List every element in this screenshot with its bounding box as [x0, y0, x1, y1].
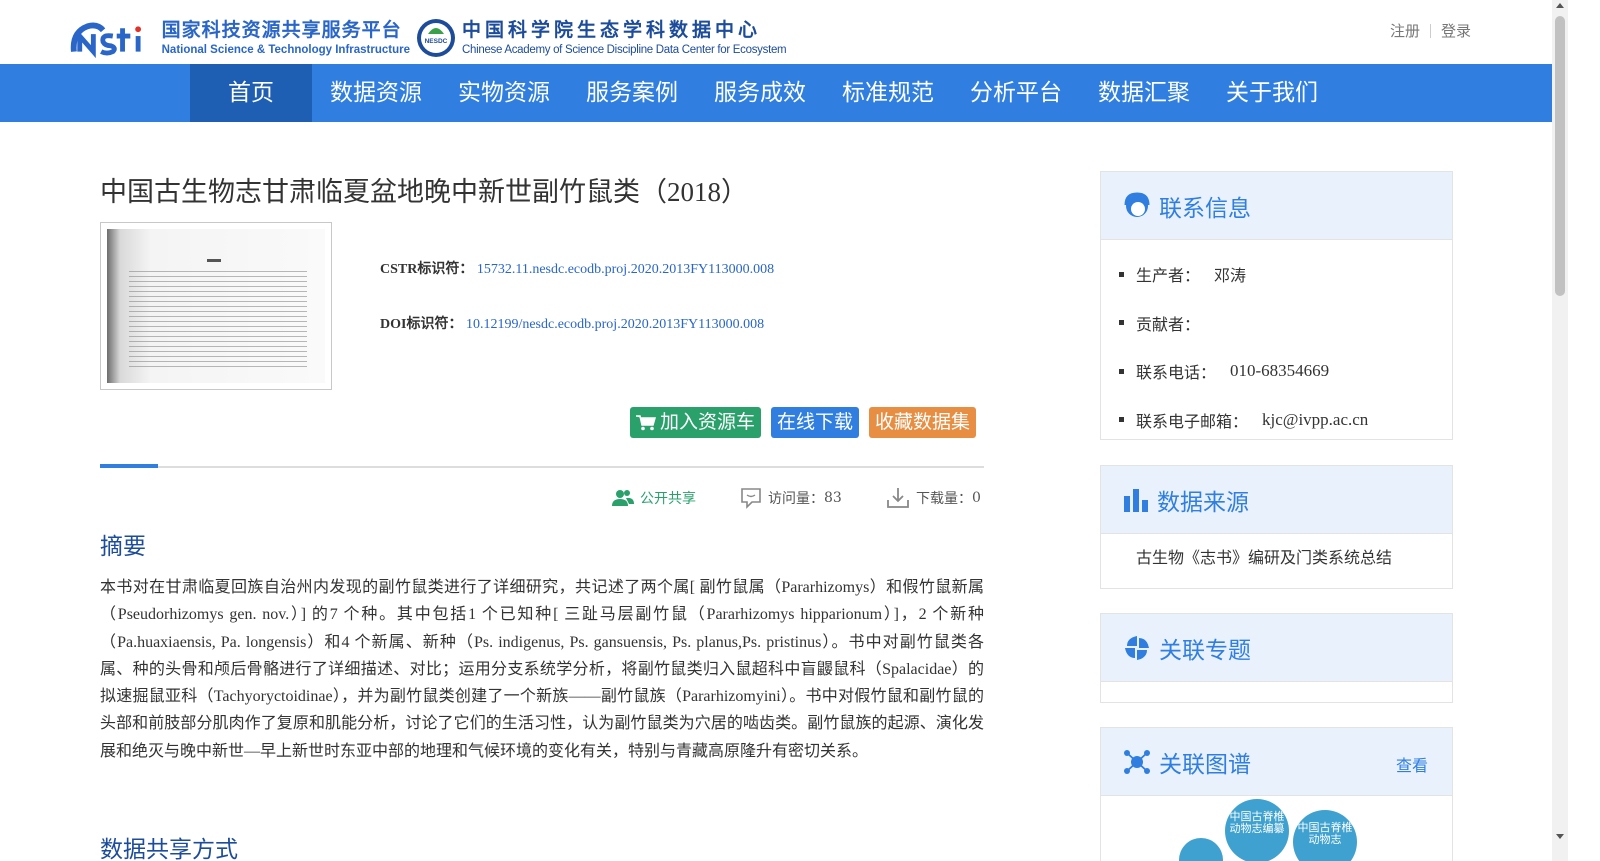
nav-item-service-results[interactable]: 服务成效: [696, 64, 824, 122]
user-service-icon: [1124, 191, 1150, 217]
nav-item-physical-resources[interactable]: 实物资源: [440, 64, 568, 122]
bar-chart-icon: [1124, 488, 1148, 512]
active-tab-indicator: [100, 464, 158, 468]
related-graph-panel-header: 关联图谱 查看: [1101, 728, 1452, 796]
contact-contributor: 贡献者：: [1119, 299, 1452, 348]
contact-producer: 生产者： 邓涛: [1119, 250, 1452, 299]
nsti-logo[interactable]: 国家科技资源共享服务平台 National Science & Technolo…: [70, 16, 410, 60]
graph-node-partial[interactable]: [1179, 838, 1223, 861]
related-graph-panel: 关联图谱 查看 中国古脊椎动物志编纂 中国古脊椎动物志: [1100, 727, 1453, 861]
visit-count: 访问量： 83: [740, 485, 842, 511]
related-topic-panel-title: 关联专题: [1159, 637, 1251, 664]
cstr-identifier: CSTR标识符： 15732.11.nesdc.ecodb.proj.2020.…: [380, 258, 774, 278]
contributor-label: 贡献者：: [1136, 314, 1201, 334]
scroll-up-arrow-icon[interactable]: [1556, 3, 1564, 8]
cart-icon: [636, 414, 656, 430]
producer-value: 邓涛: [1214, 266, 1247, 286]
scroll-down-arrow-icon[interactable]: [1556, 834, 1564, 839]
nesdc-emblem-icon: NESDC: [417, 19, 455, 57]
contact-email: 联系电子邮箱： kjc@ivpp.ac.cn: [1119, 396, 1452, 445]
doi-value-link[interactable]: 10.12199/nesdc.ecodb.proj.2020.2013FY113…: [466, 317, 764, 332]
contact-panel-header: 联系信息: [1101, 172, 1452, 240]
nav-item-about-us[interactable]: 关于我们: [1208, 64, 1336, 122]
dataset-title-year: （2018）: [640, 177, 748, 207]
nsti-logo-icon: [70, 22, 142, 58]
abstract-text: 本书对在甘肃临夏回族自治州内发现的副竹鼠类进行了详细研究，共记述了两个属[ 副竹…: [100, 579, 984, 760]
nav-item-standards[interactable]: 标准规范: [824, 64, 952, 122]
nav-item-data-aggregation[interactable]: 数据汇聚: [1080, 64, 1208, 122]
favorite-dataset-button[interactable]: 收藏数据集: [869, 407, 977, 438]
graph-node[interactable]: 中国古脊椎动物志编纂: [1225, 799, 1289, 861]
share-status-label: 公开共享: [640, 491, 696, 507]
data-source-panel-header: 数据来源: [1101, 466, 1452, 534]
page-margin: [1568, 0, 1600, 861]
logo1-en-text: National Science & Technology Infrastruc…: [161, 44, 410, 56]
visit-count-label: 访问量：: [768, 491, 824, 507]
online-download-button[interactable]: 在线下载: [771, 407, 860, 438]
download-icon: [887, 488, 909, 508]
top-header: 国家科技资源共享服务平台 National Science & Technolo…: [0, 0, 1568, 64]
logo2-cn-text: 中国科学院生态学科数据中心: [462, 19, 762, 41]
auth-links: 注册 登录: [1390, 20, 1471, 41]
doi-identifier: DOI标识符： 10.12199/nesdc.ecodb.proj.2020.2…: [380, 313, 764, 333]
cstr-value-link[interactable]: 15732.11.nesdc.ecodb.proj.2020.2013FY113…: [477, 262, 774, 277]
vertical-scrollbar[interactable]: [1552, 0, 1568, 861]
topic-pinwheel-icon: [1125, 635, 1149, 660]
auth-divider: [1430, 23, 1432, 38]
nav-item-service-cases[interactable]: 服务案例: [568, 64, 696, 122]
data-source-panel-title: 数据来源: [1157, 489, 1249, 516]
add-to-cart-button[interactable]: 加入资源车: [630, 407, 762, 438]
abstract-heading: 摘要: [100, 534, 146, 560]
email-value[interactable]: kjc@ivpp.ac.cn: [1262, 410, 1368, 430]
related-topic-panel-header: 关联专题: [1101, 614, 1452, 682]
download-count: 下载量： 0: [886, 485, 981, 511]
related-graph-panel-title: 关联图谱: [1159, 751, 1251, 778]
doi-label: DOI标识符：: [380, 317, 463, 332]
document-preview-image: [107, 229, 325, 383]
login-link[interactable]: 登录: [1441, 20, 1471, 41]
nav-item-home[interactable]: 首页: [190, 64, 312, 122]
cstr-label: CSTR标识符：: [380, 262, 474, 277]
related-topic-panel: 关联专题: [1100, 613, 1453, 703]
add-to-cart-label: 加入资源车: [660, 411, 756, 433]
data-source-panel: 数据来源 古生物《志书》编研及门类系统总结: [1100, 465, 1453, 589]
email-label: 联系电子邮箱：: [1136, 411, 1249, 431]
users-icon: [612, 490, 634, 506]
nesdc-logo[interactable]: NESDC 中国科学院生态学科数据中心 Chinese Academy of S…: [416, 16, 806, 60]
graph-node[interactable]: 中国古脊椎动物志: [1293, 810, 1357, 861]
dataset-title: 中国古生物志甘肃临夏盆地晚中新世副竹鼠类（2018）: [100, 170, 748, 209]
phone-value: 010-68354669: [1230, 361, 1330, 381]
download-count-label: 下载量：: [916, 491, 972, 507]
data-source-text[interactable]: 古生物《志书》编研及门类系统总结: [1101, 534, 1452, 568]
contact-panel: 联系信息 生产者： 邓涛 贡献者： 联系电话： 010-68354669 联系电子邮…: [1100, 171, 1453, 440]
logo2-en-text: Chinese Academy of Science Discipline Da…: [462, 44, 787, 56]
nav-item-data-resources[interactable]: 数据资源: [312, 64, 440, 122]
logo1-cn-text: 国家科技资源共享服务平台: [161, 19, 402, 41]
register-link[interactable]: 注册: [1390, 20, 1420, 41]
visit-count-value: 83: [824, 490, 842, 506]
contact-phone: 联系电话： 010-68354669: [1119, 347, 1452, 396]
dataset-thumbnail[interactable]: [100, 222, 332, 390]
main-nav: 首页 数据资源 实物资源 服务案例 服务成效 标准规范 分析平台 数据汇聚 关于…: [0, 64, 1552, 122]
action-buttons: 加入资源车 在线下载 收藏数据集: [630, 407, 977, 438]
view-graph-link[interactable]: 查看: [1396, 752, 1428, 776]
share-status: 公开共享: [612, 485, 696, 511]
tab-divider: [100, 464, 984, 468]
download-count-value: 0: [972, 490, 981, 506]
network-graph-icon: [1124, 749, 1150, 774]
nesdc-badge-text: NESDC: [425, 38, 448, 45]
scrollbar-thumb[interactable]: [1555, 16, 1565, 296]
comment-icon: [741, 488, 761, 509]
share-method-heading: 数据共享方式: [100, 837, 238, 861]
nav-item-analysis-platform[interactable]: 分析平台: [952, 64, 1080, 122]
phone-label: 联系电话：: [1136, 363, 1217, 383]
producer-label: 生产者：: [1136, 266, 1201, 286]
dataset-title-text: 中国古生物志甘肃临夏盆地晚中新世副竹鼠类: [100, 177, 640, 208]
contact-panel-title: 联系信息: [1159, 195, 1251, 222]
